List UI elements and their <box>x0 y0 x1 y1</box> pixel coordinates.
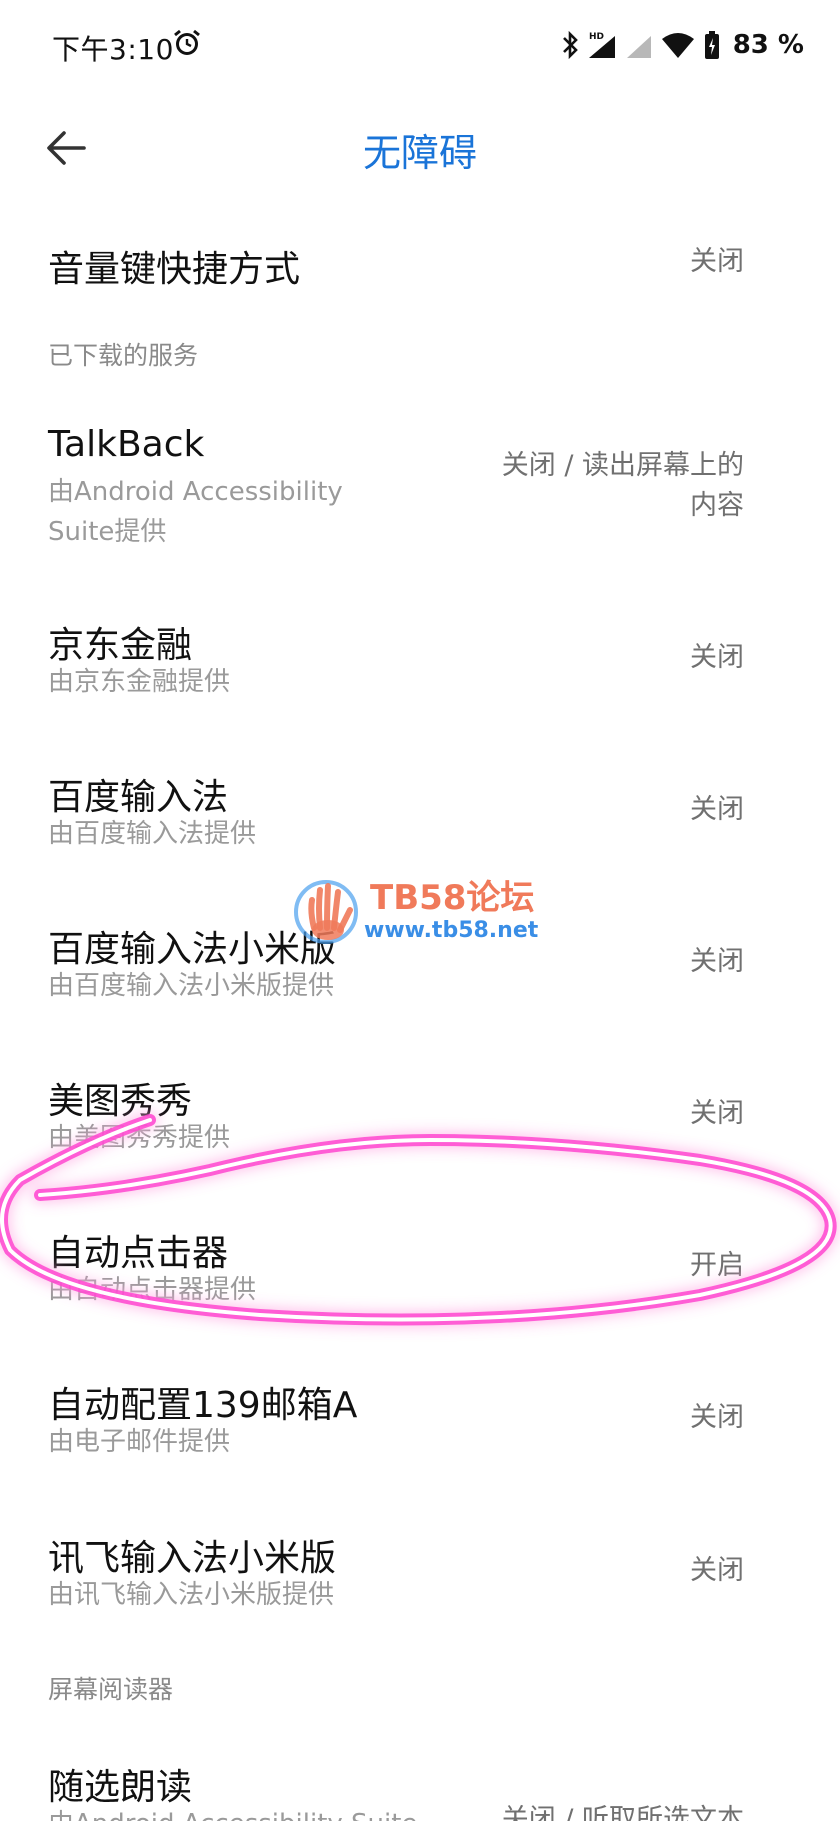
section-header-downloaded: 已下载的服务 <box>48 341 199 370</box>
row-title: 自动配置139邮箱A <box>48 1385 358 1426</box>
signal-hd-icon: HD <box>588 32 615 58</box>
row-title: 自动点击器 <box>48 1233 229 1274</box>
accessibility-settings-screen: 下午3:10 HD 83 % 无障碍 音量键快捷方式 关闭 已下载的服务 Tal… <box>0 0 840 1821</box>
row-status: 关闭 <box>690 1402 744 1433</box>
service-row[interactable]: 京东金融 由京东金融提供 关闭 <box>0 600 840 720</box>
service-row[interactable]: 讯飞输入法小米版 由讯飞输入法小米版提供 关闭 <box>0 1513 840 1633</box>
row-status: 关闭 <box>690 1555 744 1586</box>
row-subtitle: 由讯飞输入法小米版提供 <box>48 1580 335 1610</box>
row-title: TalkBack <box>48 424 205 465</box>
volume-shortcut-row[interactable]: 音量键快捷方式 关闭 <box>0 218 840 308</box>
row-title: 美图秀秀 <box>48 1081 193 1122</box>
battery-icon <box>704 31 719 59</box>
signal-icon <box>626 36 651 58</box>
row-subtitle: 由美图秀秀提供 <box>48 1123 231 1153</box>
row-subtitle: 由电子邮件提供 <box>48 1427 231 1457</box>
row-status: 关闭 / 听取所选文本 <box>501 1804 744 1821</box>
row-title: 随选朗读 <box>48 1767 193 1808</box>
status-time: 下午3:10 <box>52 33 174 66</box>
row-status: 关闭 <box>690 1098 744 1129</box>
wifi-icon <box>661 33 694 58</box>
row-status: 关闭 <box>690 794 744 825</box>
service-row[interactable]: 自动配置139邮箱A 由电子邮件提供 关闭 <box>0 1360 840 1480</box>
row-status: 内容 <box>690 490 744 521</box>
status-bar: 下午3:10 HD 83 % <box>0 0 840 90</box>
service-row[interactable]: 百度输入法小米版 由百度输入法小米版提供 关闭 <box>0 904 840 1024</box>
page-title: 无障碍 <box>362 131 477 175</box>
title-bar: 无障碍 <box>0 100 840 196</box>
row-subtitle: 由Android Accessibility Suite <box>48 1804 417 1821</box>
row-subtitle: 由自动点击器提供 <box>48 1275 257 1305</box>
bluetooth-icon <box>562 30 578 60</box>
svg-text:HD: HD <box>589 32 604 42</box>
row-subtitle: Suite提供 <box>48 517 167 547</box>
row-title: 百度输入法小米版 <box>48 929 337 970</box>
status-icons: HD 83 % <box>561 28 804 62</box>
row-title: 京东金融 <box>48 625 193 666</box>
row-title: 讯飞输入法小米版 <box>48 1538 337 1579</box>
row-title: 百度输入法 <box>48 777 229 818</box>
alarm-icon <box>174 29 200 55</box>
row-subtitle: 由百度输入法提供 <box>48 819 257 849</box>
service-row-auto-clicker[interactable]: 自动点击器 由自动点击器提供 开启 <box>0 1208 840 1328</box>
service-row-select-to-speak[interactable]: 随选朗读 由Android Accessibility Suite 关闭 / 听… <box>0 1740 840 1821</box>
service-row[interactable]: 美图秀秀 由美图秀秀提供 关闭 <box>0 1056 840 1176</box>
row-status: 关闭 <box>690 642 744 673</box>
section-header-screen-reader: 屏幕阅读器 <box>48 1675 174 1704</box>
row-subtitle: 由京东金融提供 <box>48 667 231 697</box>
row-status: 关闭 / 读出屏幕上的 <box>501 450 744 481</box>
battery-percent: 83 % <box>732 30 804 60</box>
row-status: 关闭 <box>690 246 744 277</box>
service-row[interactable]: 百度输入法 由百度输入法提供 关闭 <box>0 752 840 872</box>
row-subtitle: 由百度输入法小米版提供 <box>48 971 335 1001</box>
row-status: 开启 <box>690 1250 744 1281</box>
row-title: 音量键快捷方式 <box>48 249 301 290</box>
row-status: 关闭 <box>690 946 744 977</box>
service-row-talkback[interactable]: TalkBack 由Android Accessibility Suite提供 … <box>0 410 840 560</box>
row-subtitle: 由Android Accessibility <box>48 477 343 507</box>
